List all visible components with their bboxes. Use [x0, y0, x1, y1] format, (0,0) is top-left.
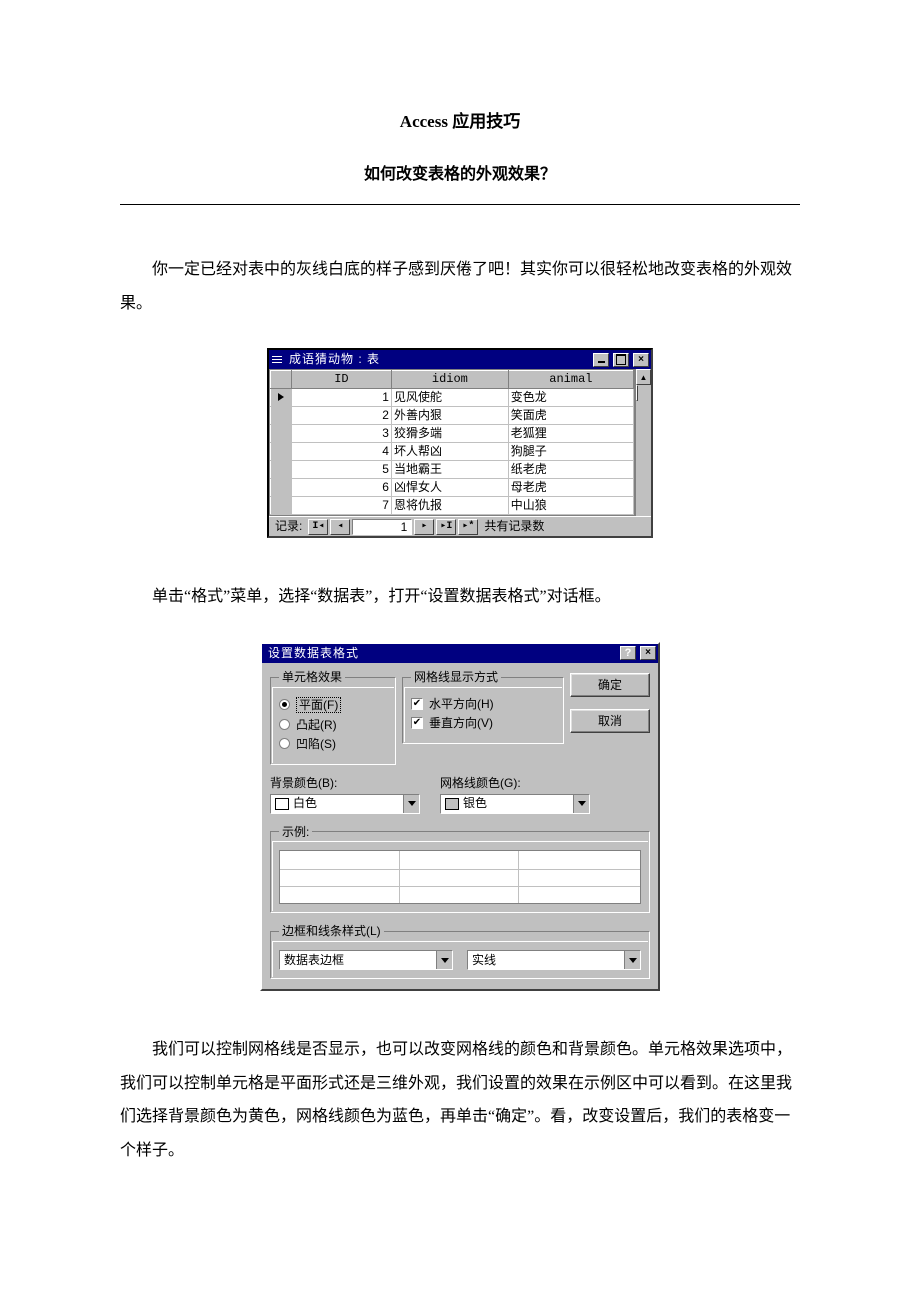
record-navigator: 记录: I◂ ◂ 1 ▸ ▸I ▸* 共有记录数 [269, 516, 651, 536]
paragraph-1: 你一定已经对表中的灰线白底的样子感到厌倦了吧！其实你可以很轻松地改变表格的外观效… [120, 253, 800, 320]
table-row[interactable]: 5 当地霸王 纸老虎 [271, 461, 634, 479]
border-part-combo[interactable]: 数据表边框 [279, 950, 453, 970]
row-selector-header[interactable] [271, 371, 292, 389]
radio-raised[interactable]: 凸起(R) [279, 718, 387, 732]
nav-first-button[interactable]: I◂ [308, 519, 328, 535]
dialog-close-button[interactable]: × [640, 646, 656, 660]
cancel-button[interactable]: 取消 [570, 709, 650, 733]
table-row[interactable]: 3 狡猾多端 老狐狸 [271, 425, 634, 443]
color-swatch-icon [275, 798, 289, 810]
border-style-group: 边框和线条样式(L) 数据表边框 实线 [270, 923, 650, 979]
datasheet-window: 成语猜动物 : 表 × ID idiom animal [267, 348, 653, 538]
nav-next-button[interactable]: ▸ [414, 519, 434, 535]
nav-new-button[interactable]: ▸* [458, 519, 478, 535]
grid-show-legend: 网格线显示方式 [411, 669, 501, 686]
minimize-button[interactable] [593, 353, 609, 367]
divider [120, 204, 800, 205]
dropdown-icon[interactable] [573, 795, 589, 813]
maximize-button[interactable] [613, 353, 629, 367]
window-title: 成语猜动物 : 表 [289, 351, 589, 368]
table-row[interactable]: 6 凶悍女人 母老虎 [271, 479, 634, 497]
nav-label: 记录: [271, 518, 306, 535]
ok-button[interactable]: 确定 [570, 673, 650, 697]
close-button[interactable]: × [633, 353, 649, 367]
col-header-idiom[interactable]: idiom [391, 371, 508, 389]
checkbox-icon [411, 717, 423, 729]
table-row[interactable]: 1 见风使舵 变色龙 [271, 389, 634, 407]
line-style-combo[interactable]: 实线 [467, 950, 641, 970]
sample-group: 示例: [270, 824, 650, 914]
sample-preview [279, 850, 641, 904]
format-dialog: 设置数据表格式 ? × 单元格效果 平面(F) [260, 642, 660, 991]
dialog-titlebar[interactable]: 设置数据表格式 ? × [262, 644, 658, 663]
checkbox-icon [411, 698, 423, 710]
dropdown-icon[interactable] [403, 795, 419, 813]
table-row[interactable]: 2 外善内狠 笑面虎 [271, 407, 634, 425]
check-vertical[interactable]: 垂直方向(V) [411, 716, 555, 730]
nav-total: 共有记录数 [480, 518, 548, 535]
dropdown-icon[interactable] [436, 951, 452, 969]
help-button[interactable]: ? [620, 646, 636, 660]
table-row[interactable]: 4 坏人帮凶 狗腿子 [271, 443, 634, 461]
nav-last-button[interactable]: ▸I [436, 519, 456, 535]
nav-prev-button[interactable]: ◂ [330, 519, 350, 535]
paragraph-3: 我们可以控制网格线是否显示，也可以改变网格线的颜色和背景颜色。单元格效果选项中，… [120, 1033, 800, 1167]
table-icon [271, 354, 285, 366]
radio-sunken[interactable]: 凹陷(S) [279, 737, 387, 751]
radio-icon [279, 699, 290, 710]
cell-effect-group: 单元格效果 平面(F) 凸起(R) 凹陷(S) [270, 669, 396, 765]
dialog-title: 设置数据表格式 [264, 645, 616, 662]
current-row-icon [278, 393, 284, 401]
dropdown-icon[interactable] [624, 951, 640, 969]
check-horizontal[interactable]: 水平方向(H) [411, 697, 555, 711]
col-header-animal[interactable]: animal [508, 371, 633, 389]
datasheet-grid[interactable]: ID idiom animal 1 见风使舵 变色龙 2 [269, 369, 635, 516]
table-row[interactable]: 7 恩将仇报 中山狼 [271, 497, 634, 515]
radio-icon [279, 738, 290, 749]
bg-color-combo[interactable]: 白色 [270, 794, 420, 814]
paragraph-2: 单击“格式”菜单，选择“数据表”，打开“设置数据表格式”对话框。 [120, 580, 800, 614]
cell-effect-legend: 单元格效果 [279, 669, 345, 686]
radio-flat[interactable]: 平面(F) [279, 697, 387, 713]
scroll-down-icon[interactable] [636, 385, 638, 401]
vertical-scrollbar[interactable]: ▲ [635, 369, 651, 516]
grid-color-label: 网格线颜色(G): [440, 775, 590, 792]
doc-title: Access 应用技巧 [120, 110, 800, 134]
color-swatch-icon [445, 798, 459, 810]
window-titlebar[interactable]: 成语猜动物 : 表 × [269, 350, 651, 369]
border-legend: 边框和线条样式(L) [279, 923, 384, 940]
bg-color-label: 背景颜色(B): [270, 775, 420, 792]
sample-legend: 示例: [279, 824, 312, 841]
nav-current-input[interactable]: 1 [352, 519, 412, 535]
col-header-id[interactable]: ID [291, 371, 391, 389]
grid-color-combo[interactable]: 银色 [440, 794, 590, 814]
radio-icon [279, 719, 290, 730]
doc-subtitle: 如何改变表格的外观效果？ [120, 164, 800, 186]
scroll-up-icon[interactable]: ▲ [636, 369, 651, 385]
grid-show-group: 网格线显示方式 水平方向(H) 垂直方向(V) [402, 669, 564, 744]
